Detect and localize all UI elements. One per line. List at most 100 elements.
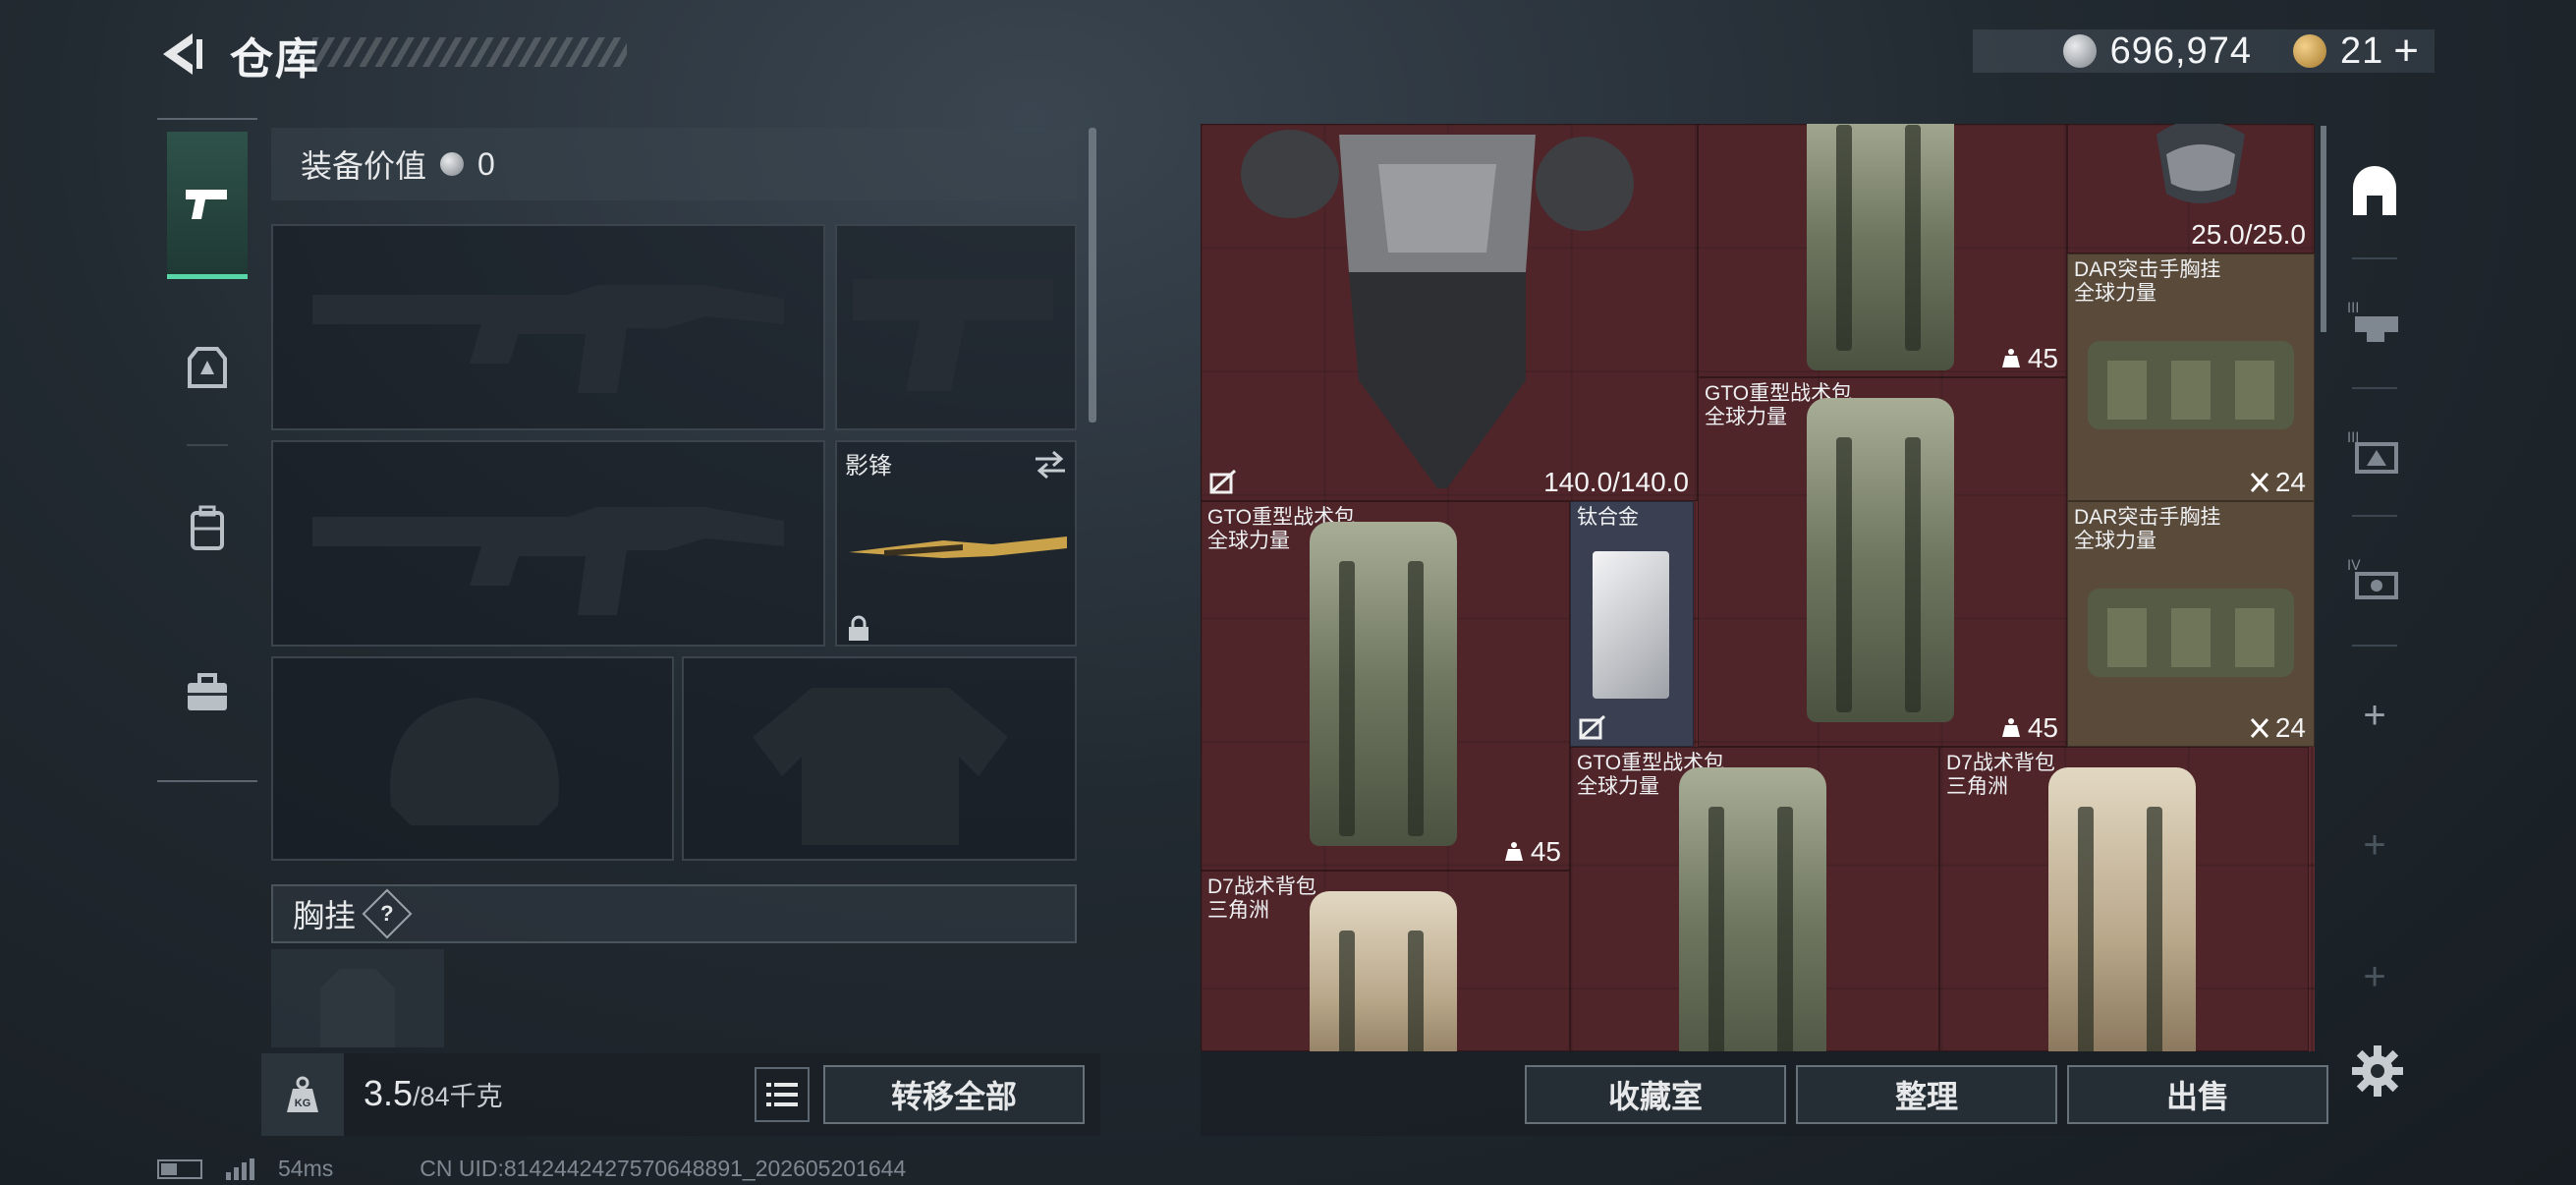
primary-weapon-slot-1[interactable]: [271, 224, 825, 430]
nav-case[interactable]: [167, 619, 248, 766]
stash-tab-4[interactable]: IV: [2332, 515, 2417, 643]
backpack-icon: [1679, 767, 1826, 1051]
stash-item-gto-backpack-top[interactable]: 45: [1698, 124, 2067, 377]
equipment-category-nav: [157, 118, 257, 782]
item-capacity: 45: [2000, 343, 2058, 374]
stash-expansion-icon: IV: [2347, 558, 2398, 599]
backpack-icon: [191, 505, 224, 550]
rifle-silhouette-icon: [312, 285, 784, 393]
silver-coin-icon: [440, 152, 465, 176]
silver-coin-icon: [2062, 34, 2097, 68]
chest-rig-silhouette-icon: [320, 969, 395, 1047]
title-decoration: [312, 37, 627, 67]
pistol-slot[interactable]: [835, 224, 1077, 430]
nav-weapons[interactable]: [167, 132, 248, 279]
rifle-silhouette-icon: [312, 507, 784, 615]
item-name: D7战术背包 三角洲: [1946, 752, 2055, 798]
no-insure-icon: [1579, 714, 1606, 740]
back-button[interactable]: [157, 29, 206, 79]
item-capacity: 45: [2000, 712, 2058, 744]
equipment-scrollbar[interactable]: [1089, 128, 1096, 423]
melee-slot[interactable]: 影锋: [835, 440, 1077, 647]
stash-tab-3[interactable]: III: [2332, 257, 2417, 385]
stash-item-body-armor[interactable]: 140.0/140.0: [1201, 124, 1698, 501]
chest-rig-slot[interactable]: [271, 949, 444, 1047]
stash-tab-main[interactable]: [2332, 130, 2417, 257]
stash-item-dar-chest-rig-2[interactable]: DAR突击手胸挂 全球力量 24: [2067, 501, 2315, 747]
latency: 54ms: [278, 1156, 334, 1181]
battery-icon: [157, 1158, 202, 1179]
primary-weapon-slot-2[interactable]: [271, 440, 825, 647]
stash-item-dar-chest-rig-1[interactable]: DAR突击手胸挂 全球力量 24: [2067, 254, 2315, 501]
helmet-silhouette-icon: [390, 698, 559, 825]
equipment-panel: 装备价值 0 影锋 胸挂 ?: [261, 118, 1100, 1136]
stash-tab-3b[interactable]: III: [2332, 387, 2417, 515]
svg-text:III: III: [2347, 301, 2359, 316]
stash-item-helmet[interactable]: 25.0/25.0: [2067, 124, 2315, 254]
body-armor-icon: [1241, 130, 1634, 488]
nav-backpack[interactable]: [167, 454, 248, 601]
stash-item-gto-backpack-mid[interactable]: GTO重型战术包 全球力量 45: [1698, 377, 2067, 747]
lock-icon: [849, 615, 868, 641]
pistol-icon: [186, 189, 227, 219]
metal-ingot-icon: [1593, 551, 1669, 699]
collection-room-button[interactable]: 收藏室: [1525, 1065, 1786, 1124]
helmet-slot[interactable]: [271, 656, 674, 861]
equipment-value-header: 装备价值 0: [271, 128, 1077, 200]
briefcase-icon: [188, 673, 227, 710]
chest-rig-section-header: 胸挂 ?: [271, 884, 1077, 943]
knife-icon: [849, 536, 1067, 558]
list-view-button[interactable]: [755, 1067, 810, 1122]
transfer-all-button[interactable]: 转移全部: [823, 1065, 1085, 1124]
chest-rig-icon: [2088, 589, 2294, 677]
add-stash-tab-button-disabled: +: [2363, 955, 2386, 998]
stash-item-gto-backpack-left[interactable]: GTO重型战术包 全球力量 45: [1201, 501, 1570, 871]
sell-button[interactable]: 出售: [2067, 1065, 2328, 1124]
stash-tabs-rail: III III IV + + +: [2332, 124, 2417, 1051]
swap-arrows-icon[interactable]: [1034, 450, 1067, 480]
body-armor-slot[interactable]: [682, 656, 1077, 861]
weight-icon: KG: [261, 1053, 344, 1136]
stash-item-d7-backpack-left[interactable]: D7战术背包 三角洲: [1201, 871, 1570, 1051]
item-name: DAR突击手胸挂 全球力量: [2074, 506, 2221, 552]
item-durability: 140.0/140.0: [1543, 467, 1689, 497]
currency-bar: 696,974 21 +: [1973, 27, 2435, 76]
add-stash-tab-button-disabled: +: [2363, 823, 2386, 867]
item-slots: 24: [2250, 712, 2306, 744]
armor-vest-icon: [188, 347, 227, 388]
pistol-silhouette-icon: [853, 279, 1053, 391]
gold-coin-icon: [2293, 34, 2327, 68]
backpack-icon: [2048, 767, 2196, 1051]
stash-item-titanium-alloy[interactable]: 钛合金: [1570, 501, 1694, 747]
stash-main-icon: [2353, 166, 2396, 215]
melee-weapon-name: 影锋: [845, 453, 892, 480]
grid-small-icon: [2250, 718, 2268, 738]
no-insure-icon: [1209, 469, 1237, 494]
svg-text:KG: KG: [295, 1098, 311, 1109]
list-icon: [766, 1083, 798, 1106]
help-button[interactable]: ?: [362, 888, 413, 939]
stash-item-d7-backpack-right[interactable]: D7战术背包 三角洲: [1939, 747, 2309, 1051]
svg-text:IV: IV: [2347, 558, 2361, 574]
organize-button[interactable]: 整理: [1796, 1065, 2057, 1124]
stash-scrollbar[interactable]: [2321, 126, 2326, 332]
gold-balance: 21: [2340, 29, 2384, 72]
settings-button[interactable]: [2350, 1044, 2405, 1099]
status-line: 54ms CN UID:8142442427570648891_20260520…: [157, 1156, 906, 1182]
chevron-left-icon: [163, 33, 202, 75]
equipment-value: 0: [477, 145, 495, 182]
gear-icon: [2352, 1045, 2403, 1097]
add-currency-button[interactable]: +: [2393, 27, 2419, 76]
weight-small-icon: [2001, 718, 2020, 737]
weight-small-icon: [1504, 842, 1523, 861]
helmet-icon: [2156, 124, 2245, 203]
backpack-icon: [1807, 398, 1954, 722]
stash-expansion-icon: III: [2347, 301, 2398, 342]
stash-item-gto-backpack-bottom[interactable]: GTO重型战术包 全球力量: [1570, 747, 1939, 1051]
item-capacity: 45: [1503, 836, 1561, 868]
backpack-icon: [1807, 124, 1954, 370]
add-stash-tab-button[interactable]: +: [2332, 694, 2417, 738]
grid-small-icon: [2250, 473, 2268, 492]
signal-icon: [226, 1157, 254, 1180]
nav-armor[interactable]: [167, 295, 248, 442]
